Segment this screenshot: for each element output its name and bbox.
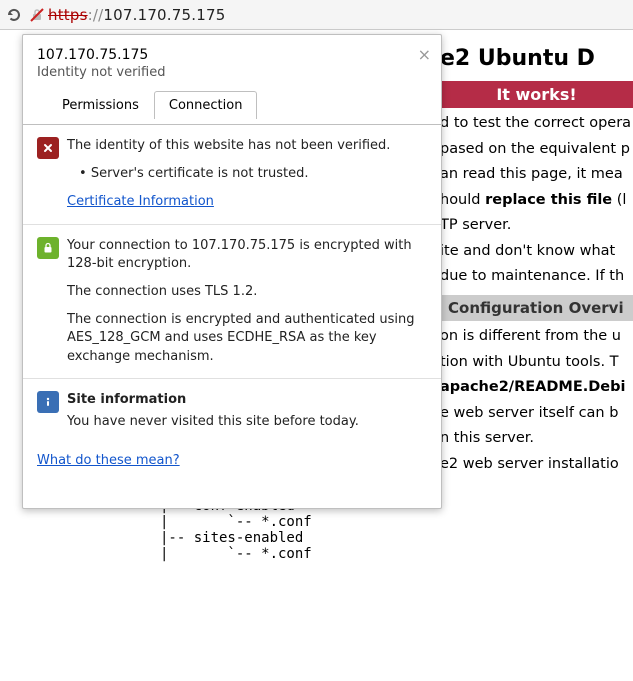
lock-icon — [37, 237, 59, 259]
siteinfo-section: Site information You have never visited … — [23, 378, 441, 443]
popup-host: 107.170.75.175 — [37, 47, 427, 63]
bg-text: e2 web server installatio — [440, 455, 633, 475]
page-title: e2 Ubuntu D — [440, 46, 633, 71]
popup-subtitle: Identity not verified — [37, 65, 427, 80]
bg-text: apache2/README.Debi — [440, 378, 633, 398]
siteinfo-body: You have never visited this site before … — [67, 413, 427, 431]
tab-connection[interactable]: Connection — [154, 91, 258, 119]
url-separator: :// — [88, 6, 104, 24]
what-do-these-mean-link[interactable]: What do these mean? — [37, 453, 180, 468]
info-icon — [37, 391, 59, 413]
bg-text: due to maintenance. If th — [440, 267, 633, 287]
identity-bullet: • Server's certificate is not trusted. — [79, 165, 427, 183]
bg-text: pased on the equivalent p — [440, 140, 633, 160]
bg-text: hould replace this file (l — [440, 191, 633, 211]
close-icon[interactable]: × — [418, 45, 431, 64]
bg-text: TP server. — [440, 216, 633, 236]
bg-text: on is different from the u — [440, 327, 633, 347]
identity-text: The identity of this website has not bee… — [67, 137, 427, 155]
encryption-line2: The connection uses TLS 1.2. — [67, 283, 427, 301]
certificate-info-link[interactable]: Certificate Information — [67, 194, 214, 209]
encryption-line1: Your connection to 107.170.75.175 is enc… — [67, 237, 427, 273]
siteinfo-title: Site information — [67, 391, 427, 409]
bg-text: ite and don't know what — [440, 242, 633, 262]
bg-text: an read this page, it mea — [440, 165, 633, 185]
url-host: 107.170.75.175 — [103, 6, 225, 24]
encryption-section: Your connection to 107.170.75.175 is enc… — [23, 224, 441, 378]
tab-permissions[interactable]: Permissions — [47, 91, 154, 119]
https-warning-icon[interactable] — [28, 6, 46, 24]
identity-section: The identity of this website has not bee… — [23, 125, 441, 224]
bg-text: e web server itself can b — [440, 404, 633, 424]
encryption-line3: The connection is encrypted and authenti… — [67, 311, 427, 366]
banner-it-works: It works! — [440, 81, 633, 108]
bg-text: d to test the correct opera — [440, 114, 633, 134]
reload-icon[interactable] — [4, 5, 24, 25]
bg-text: n this server. — [440, 429, 633, 449]
cert-error-icon — [37, 137, 59, 159]
address-bar: https://107.170.75.175 — [0, 0, 633, 30]
url-scheme: https — [48, 6, 88, 24]
site-info-popup: 107.170.75.175 Identity not verified × P… — [22, 34, 442, 509]
banner-config: Configuration Overvi — [440, 295, 633, 321]
bg-text: tion with Ubuntu tools. T — [440, 353, 633, 373]
url-text[interactable]: https://107.170.75.175 — [48, 6, 225, 24]
